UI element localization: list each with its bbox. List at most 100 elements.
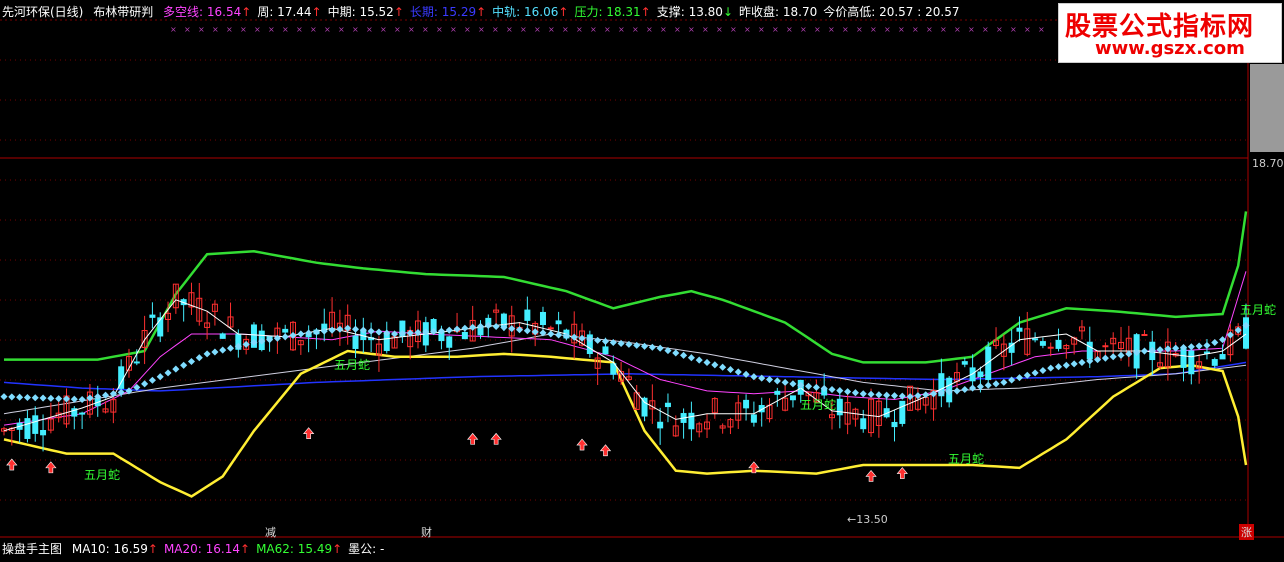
trend-dot (226, 344, 235, 352)
trend-dot (992, 380, 1000, 388)
trend-dot (781, 378, 789, 386)
candle-body (899, 400, 906, 424)
lower-band-line (3, 349, 1248, 498)
candle-body (1039, 341, 1046, 346)
trend-dot (141, 380, 149, 388)
footer-item: MA10: 16.59↑ (72, 542, 158, 556)
tick-mark: × (1010, 25, 1017, 34)
trend-dot (601, 337, 610, 345)
trend-dot (547, 330, 555, 338)
tick-mark: × (996, 25, 1003, 34)
tick-mark: × (366, 25, 373, 34)
low-label: ←13.50 (847, 513, 888, 526)
trend-dot (828, 385, 836, 394)
buy-arrow-icon (6, 458, 18, 471)
trend-dot (351, 325, 360, 333)
candle-body (79, 412, 86, 415)
candle-body (149, 314, 156, 318)
trend-dot (1000, 378, 1008, 386)
header-item: 中轨: 16.06↑ (492, 5, 568, 19)
tick-mark: × (842, 25, 849, 34)
candle-body (524, 309, 531, 321)
marker-zhang: 涨 (1239, 524, 1254, 540)
trend-dot (594, 336, 602, 344)
trend-arrow-icon: ↑ (476, 5, 487, 19)
tick-mark: × (660, 25, 667, 34)
trend-dot (851, 389, 859, 397)
tick-mark: × (212, 25, 219, 34)
trend-dot (695, 356, 703, 364)
tick-mark: × (1038, 25, 1045, 34)
trend-dot (312, 328, 320, 336)
candle-body (774, 390, 781, 395)
trend-dot (211, 348, 219, 356)
trend-dot (680, 351, 688, 359)
footer-label: 墨公: - (348, 542, 385, 556)
tick-mark: × (758, 25, 765, 34)
tick-mark: × (716, 25, 723, 34)
tick-mark: × (282, 25, 289, 34)
tick-mark: × (254, 25, 261, 34)
buy-arrow-icon (865, 469, 877, 482)
trend-dot (1054, 363, 1063, 371)
tick-mark: × (772, 25, 779, 34)
trend-arrow-icon: ↑ (311, 5, 322, 19)
trend-dot (867, 390, 875, 398)
trend-dot (805, 382, 813, 390)
trend-dot (1062, 361, 1070, 369)
tick-mark: × (828, 25, 835, 34)
trend-dot (703, 358, 711, 366)
stock-name: 先河环保(日线) (2, 5, 84, 19)
candle-body (860, 418, 867, 430)
trend-dot (297, 330, 305, 338)
trend-dot (734, 368, 742, 376)
candle-body (1141, 334, 1148, 337)
header-label: 支撑: 13.80 (656, 5, 723, 19)
annotation-label: 五月蛇 (334, 357, 370, 372)
trend-dot (148, 376, 156, 384)
tick-mark: × (352, 25, 359, 34)
header-label: 中轨: 16.06 (492, 5, 559, 19)
tick-mark: × (646, 25, 653, 34)
trend-dot (523, 327, 531, 335)
tick-mark: × (226, 25, 233, 34)
trend-dot (1070, 360, 1078, 368)
trend-dot (984, 381, 992, 389)
trend-dot (281, 333, 289, 341)
trend-dot (711, 361, 719, 369)
tick-mark: × (814, 25, 821, 34)
tick-mark: × (1024, 25, 1031, 34)
candle-body (1086, 341, 1093, 360)
candle-body (539, 311, 546, 326)
trend-dot (39, 394, 47, 402)
header-item: 昨收盘: 18.70 (739, 5, 817, 19)
annotation-label: 五月蛇 (948, 451, 984, 466)
candle-body (282, 328, 289, 333)
candle-body (1102, 345, 1109, 348)
candle-body (24, 418, 31, 439)
trend-dot (1078, 358, 1086, 366)
candle-body (602, 346, 609, 355)
tick-mark: × (604, 25, 611, 34)
tick-mark: × (730, 25, 737, 34)
buy-arrow-icon (303, 427, 315, 439)
trend-dot (1195, 342, 1203, 350)
trend-dot (367, 327, 375, 335)
candle-body (1211, 359, 1218, 366)
candle-body (657, 421, 664, 429)
trend-dot (719, 363, 727, 371)
trend-dot (789, 380, 797, 388)
trend-dot (687, 354, 695, 362)
candle-body (352, 335, 359, 349)
tick-mark: × (800, 25, 807, 34)
header-label: 中期: 15.52 (327, 5, 394, 19)
tick-mark: × (786, 25, 793, 34)
candle-body (789, 395, 796, 401)
footer-label: MA62: 15.49 (256, 542, 333, 556)
trend-arrow-icon: ↑ (332, 542, 343, 556)
tick-mark: × (268, 25, 275, 34)
header-label: 多空线: 16.54 (163, 5, 242, 19)
buy-arrow-icon (896, 467, 908, 479)
footer-title: 操盘手主图 (2, 542, 63, 556)
header-item: 压力: 18.31↑ (574, 5, 650, 19)
